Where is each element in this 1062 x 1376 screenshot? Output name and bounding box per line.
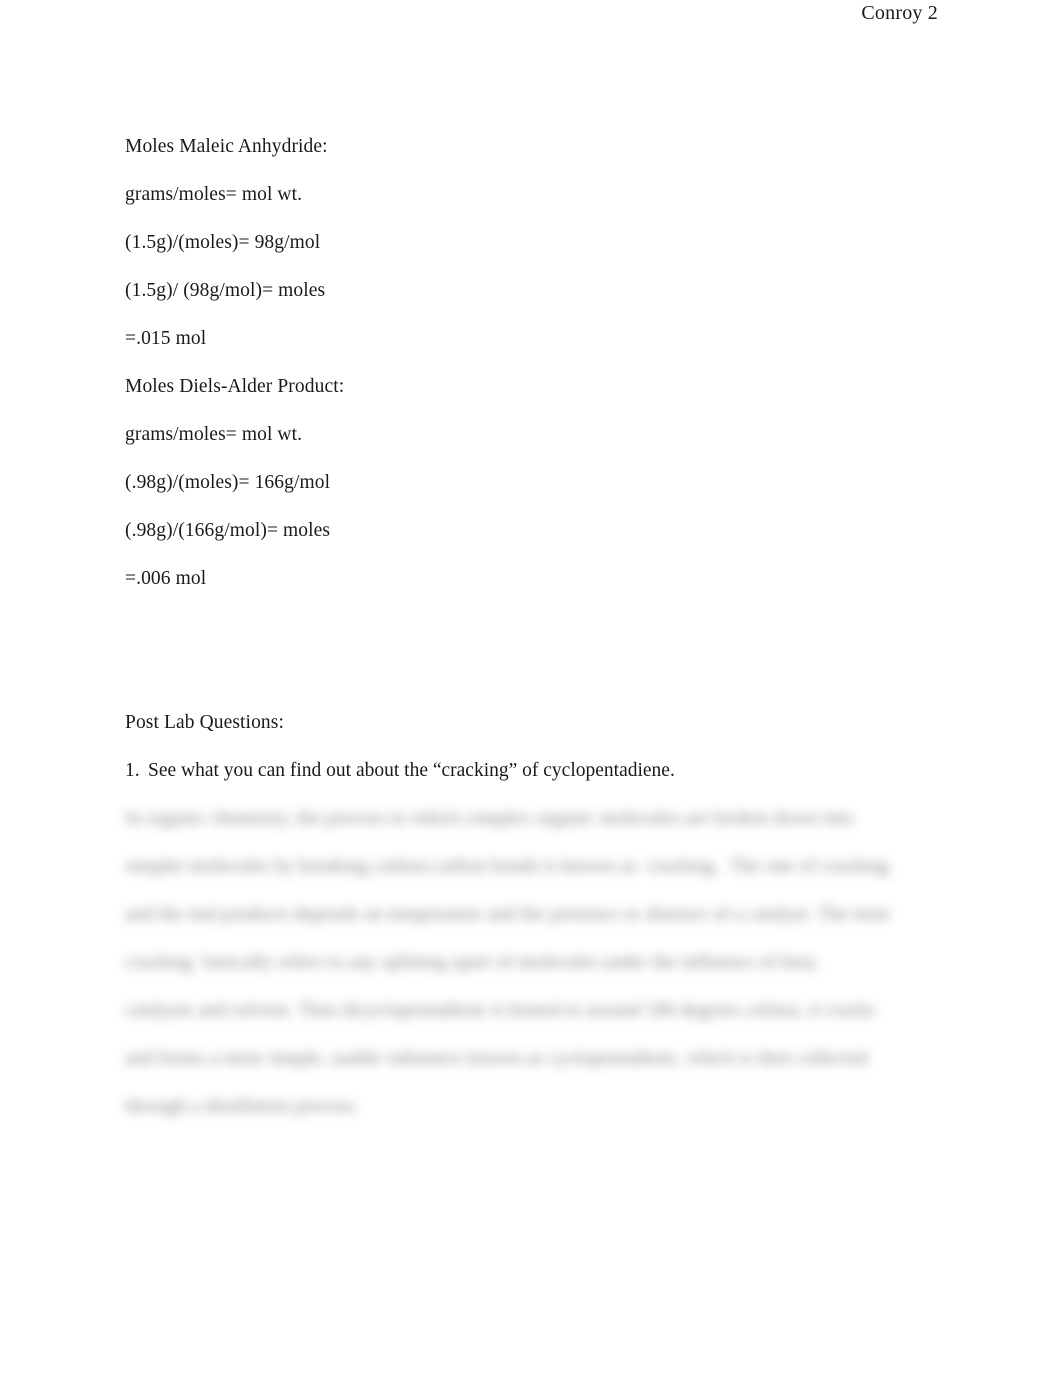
post-lab-question-1: 1. See what you can find out about the “… xyxy=(125,747,940,795)
document-page: Conroy 2 Moles Maleic Anhydride: grams/m… xyxy=(0,0,1062,1376)
answer-line: cracking basically refers to any splitti… xyxy=(125,952,820,973)
answer-line: catalysts and solvent. Thus dicyclopenta… xyxy=(125,1000,876,1021)
diels-alder-heading: Moles Diels-Alder Product: xyxy=(125,376,345,397)
document-body: Moles Maleic Anhydride: grams/moles= mol… xyxy=(125,123,940,1131)
list-item-number: 1. xyxy=(125,760,140,781)
diels-alder-line-1: grams/moles= mol wt. xyxy=(125,424,303,445)
answer-line: simpler molecules by breaking carbon-car… xyxy=(125,856,889,877)
diels-alder-result: =.006 mol xyxy=(125,568,207,589)
post-lab-answer-obscured: In organic chemistry, the process in whi… xyxy=(125,795,940,1131)
list-item-text: See what you can find out about the “cra… xyxy=(148,760,675,781)
maleic-anhydride-heading: Moles Maleic Anhydride: xyxy=(125,136,328,157)
answer-line: through a distillation process. xyxy=(125,1096,359,1117)
diels-alder-line-3: (.98g)/(166g/mol)= moles xyxy=(125,520,331,541)
answer-line: and the end products depends on temperat… xyxy=(125,904,890,925)
running-header: Conroy 2 xyxy=(861,2,938,24)
answer-line: In organic chemistry, the process in whi… xyxy=(125,808,854,829)
maleic-anhydride-result: =.015 mol xyxy=(125,328,207,349)
maleic-anhydride-line-1: grams/moles= mol wt. xyxy=(125,184,303,205)
answer-line: and forms a more simple, usable substanc… xyxy=(125,1048,868,1069)
diels-alder-line-2: (.98g)/(moles)= 166g/mol xyxy=(125,472,331,493)
post-lab-heading: Post Lab Questions: xyxy=(125,712,284,733)
maleic-anhydride-line-3: (1.5g)/ (98g/mol)= moles xyxy=(125,280,326,301)
maleic-anhydride-line-2: (1.5g)/(moles)= 98g/mol xyxy=(125,232,321,253)
